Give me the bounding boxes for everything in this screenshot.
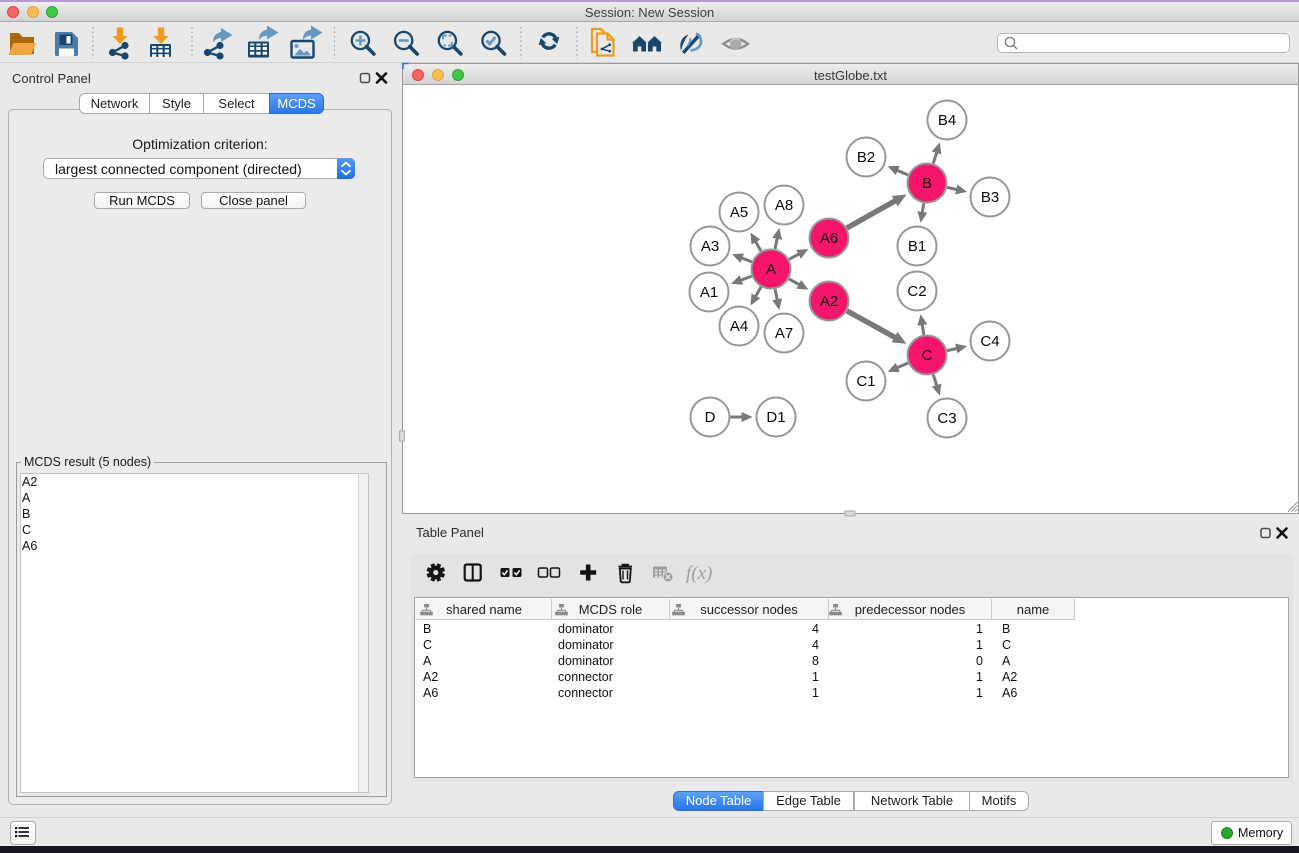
svg-text:C2: C2 [907, 283, 926, 300]
svg-text:B1: B1 [908, 238, 926, 255]
svg-text:A6: A6 [820, 230, 838, 247]
svg-text:C: C [922, 347, 933, 364]
svg-text:B: B [922, 175, 932, 192]
svg-text:A7: A7 [775, 325, 793, 342]
svg-text:C1: C1 [856, 373, 875, 390]
svg-text:C3: C3 [937, 410, 956, 427]
svg-text:A3: A3 [701, 238, 719, 255]
svg-text:B2: B2 [857, 149, 875, 166]
svg-text:A4: A4 [730, 318, 748, 335]
svg-text:D: D [705, 409, 716, 426]
svg-text:A1: A1 [700, 284, 718, 301]
svg-text:B4: B4 [938, 112, 956, 129]
svg-text:D1: D1 [766, 409, 785, 426]
svg-text:C4: C4 [980, 333, 999, 350]
svg-text:A8: A8 [775, 197, 793, 214]
svg-text:A: A [766, 261, 776, 278]
svg-text:A5: A5 [730, 204, 748, 221]
svg-text:A2: A2 [820, 293, 838, 310]
svg-text:B3: B3 [981, 189, 999, 206]
